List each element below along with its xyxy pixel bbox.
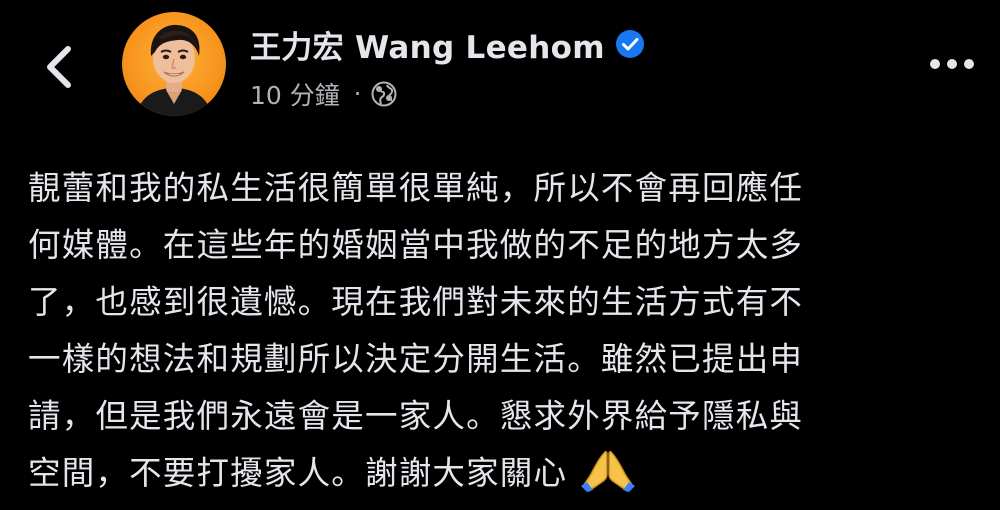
post-text-line: 了，也感到很遺憾。現在我們對未來的生活方式有不 (28, 283, 804, 321)
post-text-line: 何媒體。在這些年的婚姻當中我做的不足的地方太多 (28, 226, 804, 264)
folded-hands-emoji-icon (581, 448, 636, 492)
post-text-last-line: 空間，不要打擾家人。謝謝大家關心 (28, 445, 978, 502)
post-text-line: 靚蕾和我的私生活很簡單很單純，所以不會再回應任 (28, 169, 804, 207)
avatar[interactable] (122, 12, 226, 116)
meta-separator: · (353, 80, 362, 108)
post-text-line: 請，但是我們永遠會是一家人。懇求外界給予隱私與 (28, 397, 804, 435)
avatar-photo (136, 24, 212, 116)
verified-badge-icon (615, 29, 645, 59)
more-options-button[interactable] (922, 46, 982, 82)
timestamp[interactable]: 10 分鐘 (250, 76, 340, 112)
post-text-line: 一樣的想法和規劃所以決定分開生活。雖然已提出申 (28, 340, 804, 378)
author-row: 王力宏 Wang Leehom (250, 18, 645, 70)
post-meta: 10 分鐘 · (250, 74, 645, 114)
post-text: 靚蕾和我的私生活很簡單很單純，所以不會再回應任 何媒體。在這些年的婚姻當中我做的… (28, 160, 978, 502)
post-text-line: 空間，不要打擾家人。謝謝大家關心 (28, 454, 568, 492)
post-header: 王力宏 Wang Leehom 10 分鐘 · (250, 18, 645, 114)
author-name[interactable]: 王力宏 Wang Leehom (250, 22, 605, 67)
back-button[interactable] (30, 38, 88, 96)
globe-icon[interactable] (371, 81, 397, 107)
more-horizontal-icon (930, 59, 974, 69)
chevron-left-icon (47, 46, 71, 88)
